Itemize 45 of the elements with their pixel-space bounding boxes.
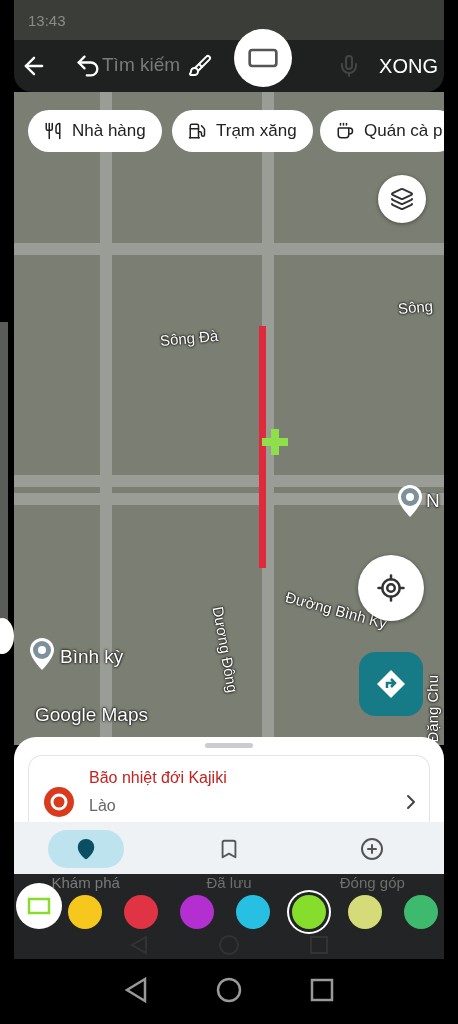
nav-label: Đóng góp: [338, 874, 406, 892]
color-swatch[interactable]: [68, 895, 102, 929]
brush-icon: [188, 54, 213, 78]
plus-marker-icon: [262, 429, 288, 455]
home-circle-icon[interactable]: [216, 977, 242, 1003]
rectangle-outline-icon: [27, 897, 51, 915]
color-swatch[interactable]: [124, 895, 158, 929]
status-time: 13:43: [28, 11, 66, 29]
fuel-pump-icon: [188, 122, 206, 140]
layers-button[interactable]: [378, 175, 426, 223]
nav-tab[interactable]: [47, 830, 124, 868]
street-label: Đường Bình Kỳ: [283, 588, 389, 632]
recents-square-icon: [309, 935, 330, 955]
color-swatch[interactable]: [348, 895, 382, 929]
map-pin-icon[interactable]: [28, 637, 56, 671]
done-button[interactable]: XONG: [375, 54, 442, 78]
color-swatch[interactable]: [180, 895, 214, 929]
color-swatch[interactable]: [404, 895, 438, 929]
street-label: Sông: [397, 297, 434, 317]
nav-label: Khám phá: [50, 874, 121, 892]
category-chip[interactable]: Trạm xăng: [172, 110, 313, 152]
alert-title: Bão nhiệt đới Kajiki: [89, 769, 228, 787]
brand-watermark: Google Maps: [35, 704, 148, 726]
layers-icon: [390, 187, 414, 211]
back-triangle-icon[interactable]: [124, 977, 148, 1003]
place-label: Bình kỳ: [60, 646, 124, 668]
category-chip[interactable]: Nhà hàng: [28, 110, 162, 152]
map-pin-icon[interactable]: [396, 484, 424, 518]
place-label: N: [426, 490, 440, 512]
directions-button[interactable]: [359, 652, 423, 716]
street-label: Dương Đông: [209, 605, 242, 695]
turn-arrow-diamond-icon: [376, 669, 406, 699]
search-field[interactable]: Tìm kiếm: [102, 54, 182, 76]
rectangle-tool-button[interactable]: [234, 29, 293, 87]
alert-subtitle: Lào: [89, 797, 117, 815]
recents-square-icon[interactable]: [310, 978, 334, 1002]
cup-icon: [336, 122, 354, 140]
fork-knife-icon: [44, 122, 62, 140]
plus-circle-icon: [360, 837, 385, 861]
drag-handle[interactable]: [205, 743, 253, 748]
crosshair-icon: [376, 573, 406, 603]
street-label: Sông Đà: [159, 326, 219, 349]
color-swatch[interactable]: [236, 895, 270, 929]
category-chip[interactable]: Quán cà p: [320, 110, 444, 152]
nav-label: Đã lưu: [205, 874, 253, 892]
